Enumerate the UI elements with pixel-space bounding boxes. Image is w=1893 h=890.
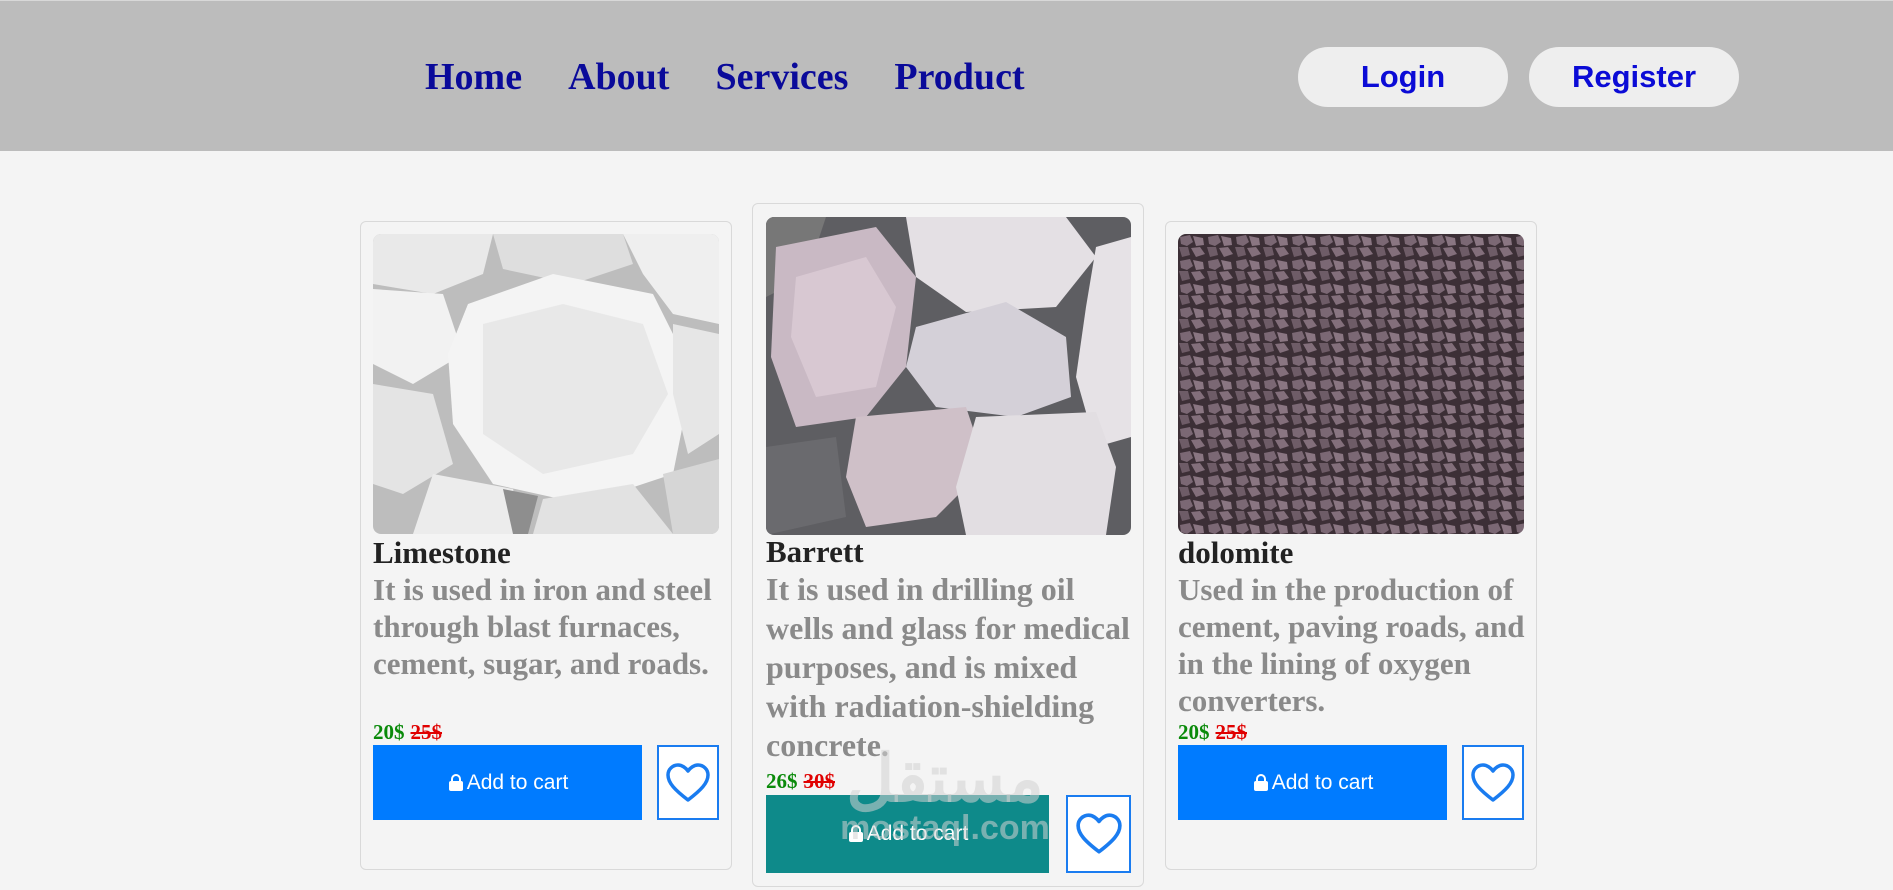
nav-home-link[interactable]: Home xyxy=(425,51,522,103)
add-to-cart-button[interactable]: Add to cart xyxy=(373,745,642,820)
main-nav: Home About Services Product xyxy=(425,51,1025,103)
add-to-cart-label: Add to cart xyxy=(466,770,569,794)
top-navbar: Home About Services Product Login Regist… xyxy=(0,0,1893,151)
product-image-limestone xyxy=(373,234,719,534)
old-price: 30$ xyxy=(803,769,836,793)
add-to-cart-label: Add to cart xyxy=(1271,770,1374,794)
current-price: 20$ xyxy=(1178,720,1210,744)
product-description: Used in the production of cement, paving… xyxy=(1178,572,1525,718)
nav-product-link[interactable]: Product xyxy=(894,51,1024,103)
heart-icon xyxy=(1471,762,1515,802)
shopping-bag-icon xyxy=(1253,773,1268,791)
add-to-cart-button[interactable]: Add to cart xyxy=(1178,745,1447,820)
add-to-cart-button[interactable]: Add to cart xyxy=(766,795,1049,873)
product-name: Barrett xyxy=(766,534,864,569)
current-price: 26$ xyxy=(766,769,798,793)
old-price: 25$ xyxy=(410,720,443,744)
shopping-bag-icon xyxy=(848,825,863,842)
product-image-dolomite xyxy=(1178,234,1524,534)
product-price: 20$ 25$ xyxy=(1178,719,1247,745)
product-description: It is used in drilling oil wells and gla… xyxy=(766,571,1130,763)
heart-icon xyxy=(1075,813,1122,854)
register-button[interactable]: Register xyxy=(1529,47,1739,107)
shopping-bag-icon xyxy=(448,773,463,791)
favorite-button[interactable] xyxy=(1066,795,1131,873)
login-button[interactable]: Login xyxy=(1298,47,1508,107)
product-price: 20$ 25$ xyxy=(373,719,442,745)
product-price: 26$ 30$ xyxy=(766,768,835,794)
product-card-barrett: Barrett It is used in drilling oil wells… xyxy=(752,203,1144,887)
nav-services-link[interactable]: Services xyxy=(715,51,848,103)
product-description: It is used in iron and steel through bla… xyxy=(373,572,712,681)
current-price: 20$ xyxy=(373,720,405,744)
product-name: Limestone xyxy=(373,535,511,570)
favorite-button[interactable] xyxy=(1462,745,1524,820)
product-card-limestone: Limestone It is used in iron and steel t… xyxy=(360,221,732,870)
product-image-barrett xyxy=(766,217,1131,535)
product-card-dolomite: dolomite Used in the production of cemen… xyxy=(1165,221,1537,870)
product-name: dolomite xyxy=(1178,535,1294,570)
nav-about-link[interactable]: About xyxy=(568,51,669,103)
favorite-button[interactable] xyxy=(657,745,719,820)
old-price: 25$ xyxy=(1215,720,1248,744)
heart-icon xyxy=(666,762,710,802)
add-to-cart-label: Add to cart xyxy=(866,822,969,845)
